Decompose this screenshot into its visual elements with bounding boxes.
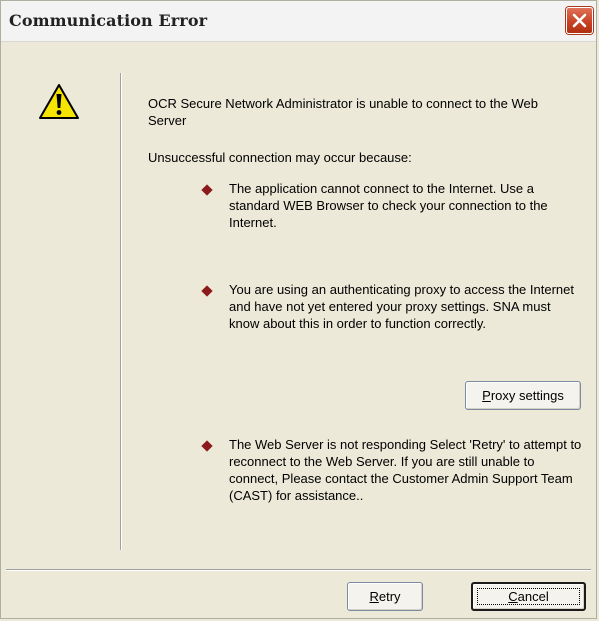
proxy-settings-button[interactable]: Proxy settings bbox=[465, 381, 581, 410]
button-area-divider bbox=[6, 569, 591, 570]
error-message: OCR Secure Network Administrator is unab… bbox=[148, 96, 538, 128]
bullet-icon bbox=[201, 285, 213, 297]
reason-item: The Web Server is not responding Select … bbox=[229, 437, 582, 503]
focus-rectangle bbox=[477, 588, 580, 605]
bullet-icon bbox=[201, 184, 213, 196]
retry-label: etry bbox=[378, 589, 401, 604]
proxy-settings-mnemonic: P bbox=[482, 388, 491, 403]
communication-error-dialog: Communication Error OCR Secure Network A… bbox=[0, 0, 597, 619]
dialog-title: Communication Error bbox=[9, 11, 208, 30]
reason-item: The application cannot connect to the In… bbox=[229, 181, 548, 230]
retry-mnemonic: R bbox=[369, 589, 379, 604]
proxy-settings-label: roxy settings bbox=[490, 388, 564, 403]
retry-button[interactable]: Retry bbox=[347, 582, 423, 611]
warning-icon bbox=[39, 84, 79, 119]
reason-item: You are using an authenticating proxy to… bbox=[229, 282, 574, 331]
vertical-divider bbox=[120, 73, 121, 550]
title-bar: Communication Error bbox=[1, 1, 596, 42]
close-icon bbox=[572, 13, 587, 28]
close-button[interactable] bbox=[566, 7, 593, 34]
cancel-button[interactable]: Cancel bbox=[471, 582, 586, 611]
cause-intro: Unsuccessful connection may occur becaus… bbox=[148, 150, 412, 165]
bullet-icon bbox=[201, 440, 213, 452]
